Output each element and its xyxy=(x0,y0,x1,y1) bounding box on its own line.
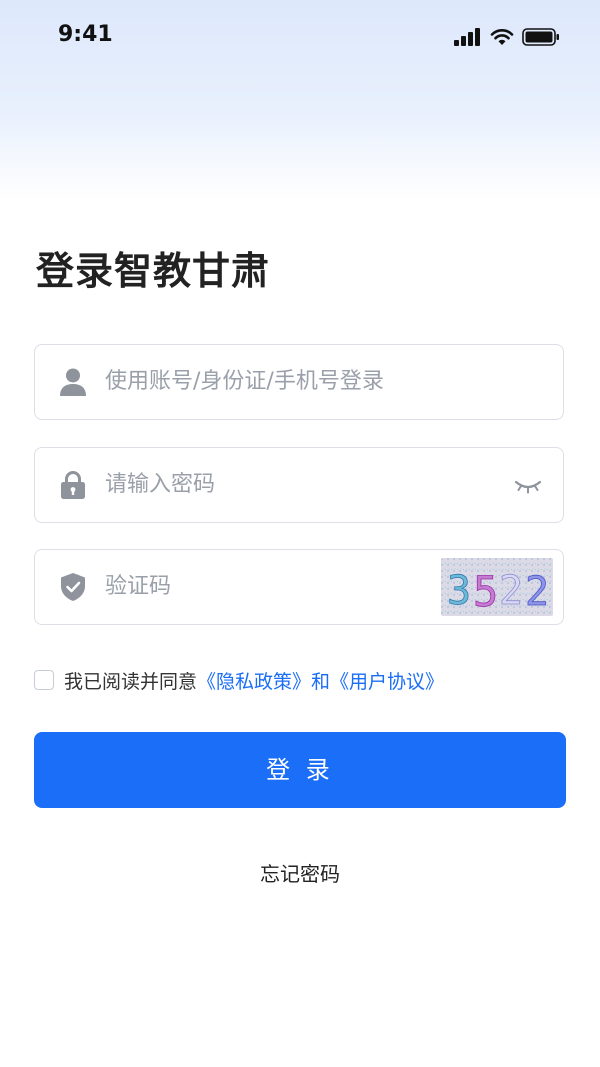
password-input[interactable]: 请输入密码 xyxy=(105,448,215,522)
agreement-connector: 和 xyxy=(311,670,331,693)
wifi-icon xyxy=(490,29,514,45)
status-time: 9:41 xyxy=(58,22,113,47)
agreement-checkbox[interactable] xyxy=(34,670,54,690)
password-field[interactable]: 请输入密码 xyxy=(34,447,564,523)
captcha-field[interactable]: 验证码 3 5 2 2 xyxy=(34,549,564,625)
page-title: 登录智教甘肃 xyxy=(36,249,271,293)
captcha-digit-1: 3 xyxy=(447,568,471,614)
agreement-prefix: 我已阅读并同意 xyxy=(64,670,198,693)
signal-icon xyxy=(454,28,480,46)
captcha-digit-2: 5 xyxy=(473,567,498,616)
privacy-policy-link[interactable]: 《隐私政策》 xyxy=(197,667,311,694)
user-agreement-link[interactable]: 《用户协议》 xyxy=(330,667,444,694)
eye-closed-icon[interactable] xyxy=(513,476,543,496)
agreement-row: 我已阅读并同意 《隐私政策》 和 《用户协议》 xyxy=(34,666,444,694)
captcha-digit-4: 2 xyxy=(525,569,549,615)
status-bar: 9:41 xyxy=(0,0,600,76)
lock-icon xyxy=(61,471,85,499)
forgot-password-link[interactable]: 忘记密码 xyxy=(0,858,600,887)
captcha-image[interactable]: 3 5 2 2 xyxy=(441,558,553,616)
captcha-digit-3: 2 xyxy=(499,568,523,614)
status-icons xyxy=(454,26,560,48)
login-button[interactable]: 登 录 xyxy=(34,732,566,808)
account-input[interactable]: 使用账号/身份证/手机号登录 xyxy=(105,345,384,419)
battery-icon xyxy=(522,28,559,46)
user-icon xyxy=(60,368,86,396)
account-field[interactable]: 使用账号/身份证/手机号登录 xyxy=(34,344,564,420)
captcha-input[interactable]: 验证码 xyxy=(105,550,171,624)
shield-check-icon xyxy=(61,573,85,601)
